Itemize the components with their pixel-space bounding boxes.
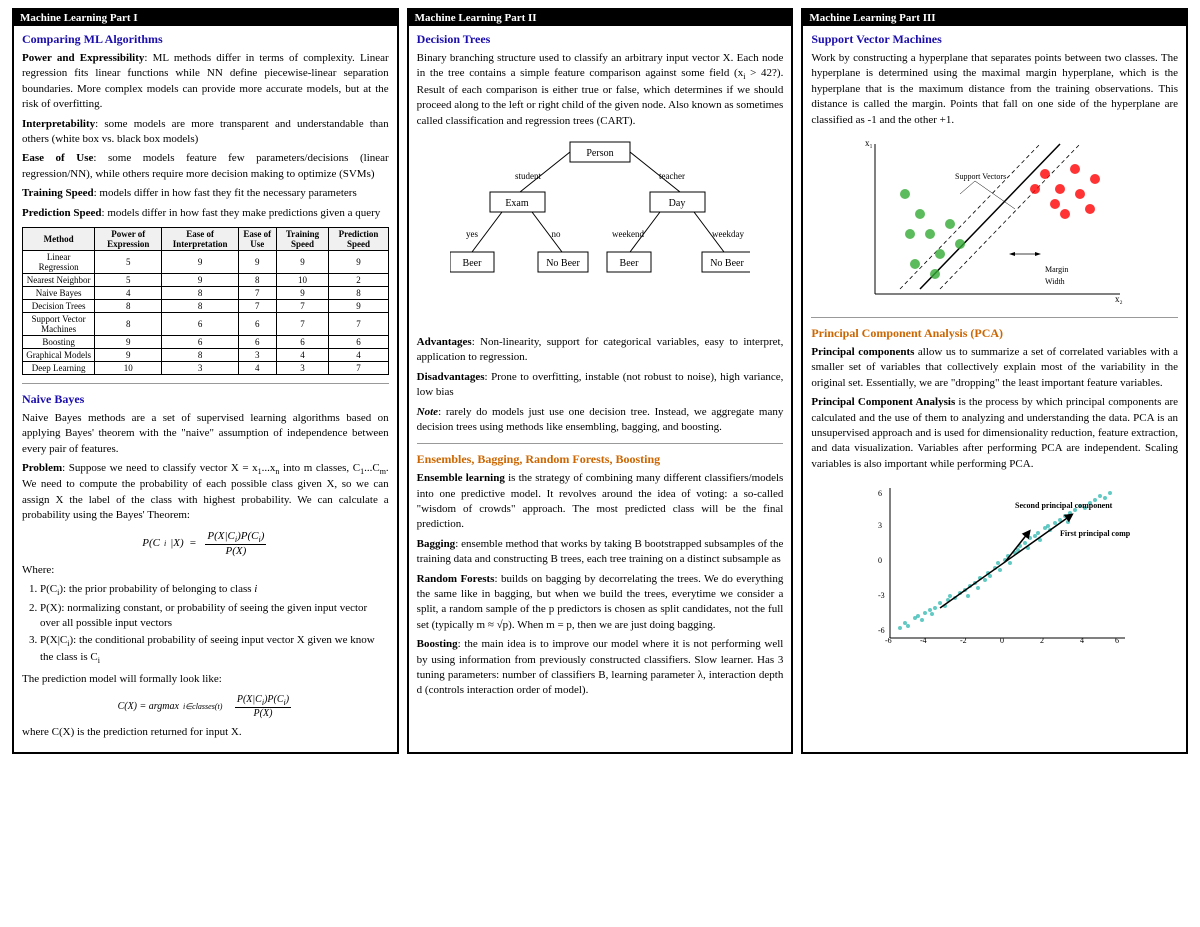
col2-header: Machine Learning Part II <box>409 10 792 26</box>
svg-text:-6: -6 <box>885 636 892 645</box>
svg-text:First principal component: First principal component <box>1060 529 1130 538</box>
svm-diagram: x₁ x₂ <box>811 134 1178 309</box>
col1-section2-title: Naive Bayes <box>22 392 389 407</box>
svg-text:x₁: x₁ <box>865 138 873 148</box>
table-row: Support Vector Machines86677 <box>23 312 389 335</box>
table-row: Graphical Models98344 <box>23 348 389 361</box>
svg-text:x₂: x₂ <box>1115 294 1123 304</box>
col1-interpretability: Interpretability: some models are more t… <box>22 117 389 148</box>
svg-text:4: 4 <box>1080 636 1084 645</box>
table-row: Nearest Neighbor598102 <box>23 273 389 286</box>
col-power: Power of Expression <box>95 227 162 250</box>
col3-section1-title: Support Vector Machines <box>811 32 1178 47</box>
rf-def: Random Forests: builds on bagging by dec… <box>417 572 784 634</box>
table-row: Boosting96666 <box>23 335 389 348</box>
list-item: P(X|Ci): the conditional probability of … <box>40 633 389 666</box>
col1-prediction-speed: Prediction Speed: models differ in how f… <box>22 206 389 221</box>
svg-text:Beer: Beer <box>463 258 483 269</box>
column-2: Machine Learning Part II Decision Trees … <box>407 8 794 754</box>
svg-text:weekday: weekday <box>712 229 744 239</box>
svg-text:Width: Width <box>1045 277 1065 286</box>
svg-text:0: 0 <box>1000 636 1004 645</box>
col1-training-speed: Training Speed: models differ in how fas… <box>22 186 389 201</box>
svm-svg: x₁ x₂ <box>860 134 1130 309</box>
table-row: Deep Learning103437 <box>23 361 389 374</box>
svg-text:-4: -4 <box>920 636 927 645</box>
col1-header: Machine Learning Part I <box>14 10 397 26</box>
table-row: Linear Regression59999 <box>23 250 389 273</box>
page-container: Machine Learning Part I Comparing ML Alg… <box>0 0 1200 762</box>
naive-bayes-model: The prediction model will formally look … <box>22 672 389 687</box>
list-item: P(X): normalizing constant, or probabili… <box>40 601 389 632</box>
col3-header: Machine Learning Part III <box>803 10 1186 26</box>
disadvantages: Disadvantages: Prone to overfitting, ins… <box>417 370 784 401</box>
svg-text:6: 6 <box>1115 636 1119 645</box>
col1-power: Power and Expressibility: ML methods dif… <box>22 51 389 113</box>
decision-tree-intro: Binary branching structure used to class… <box>417 51 784 129</box>
svg-text:student: student <box>515 171 541 181</box>
col-ease: Ease of Use <box>238 227 276 250</box>
tree-svg: Person student teacher Exam Day yes no <box>450 137 750 327</box>
svg-text:3: 3 <box>878 521 882 530</box>
table-row: Naive Bayes48798 <box>23 286 389 299</box>
naive-bayes-where: Where: <box>22 563 389 578</box>
svg-text:Person: Person <box>586 148 613 159</box>
column-3: Machine Learning Part III Support Vector… <box>801 8 1188 754</box>
svg-text:No Beer: No Beer <box>710 258 744 269</box>
svg-text:No Beer: No Beer <box>546 258 580 269</box>
svg-text:Second principal component: Second principal component <box>1015 501 1113 510</box>
ensemble-def: Ensemble learning is the strategy of com… <box>417 471 784 533</box>
naive-bayes-intro: Naive Bayes methods are a set of supervi… <box>22 411 389 457</box>
naive-bayes-problem: Problem: Suppose we need to classify vec… <box>22 461 389 524</box>
svg-text:0: 0 <box>878 556 882 565</box>
svg-text:Support Vectors: Support Vectors <box>955 172 1006 181</box>
svg-text:-6: -6 <box>878 626 885 635</box>
table-row: Decision Trees88779 <box>23 299 389 312</box>
col2-section2-title: Ensembles, Bagging, Random Forests, Boos… <box>417 452 784 467</box>
svg-text:2: 2 <box>1040 636 1044 645</box>
bagging-def: Bagging: ensemble method that works by t… <box>417 537 784 568</box>
decision-tree-diagram: Person student teacher Exam Day yes no <box>417 137 784 327</box>
col1-section1-title: Comparing ML Algorithms <box>22 32 389 47</box>
svg-text:Margin: Margin <box>1045 265 1068 274</box>
svg-text:Beer: Beer <box>620 258 640 269</box>
column-1: Machine Learning Part I Comparing ML Alg… <box>12 8 399 754</box>
svg-text:teacher: teacher <box>659 171 685 181</box>
svg-text:Day: Day <box>669 198 686 209</box>
svg-text:yes: yes <box>466 229 478 239</box>
col3-section2-title: Principal Component Analysis (PCA) <box>811 326 1178 341</box>
svm-intro: Work by constructing a hyperplane that s… <box>811 51 1178 128</box>
naive-bayes-conclusion: where C(X) is the prediction returned fo… <box>22 725 389 740</box>
col-predict: Prediction Speed <box>329 227 388 250</box>
advantages: Advantages: Non-linearity, support for c… <box>417 335 784 366</box>
pca-p1: Principal components allow us to summari… <box>811 345 1178 391</box>
naive-bayes-list: P(Ci): the prior probability of belongin… <box>22 582 389 666</box>
divider-1 <box>22 383 389 384</box>
svg-text:-2: -2 <box>960 636 967 645</box>
divider-3 <box>811 317 1178 318</box>
pca-svg: -6 -4 -2 0 2 4 6 -6 -3 0 3 6 <box>860 478 1130 653</box>
svg-text:Exam: Exam <box>505 198 529 209</box>
boosting-def: Boosting: the main idea is to improve ou… <box>417 637 784 699</box>
note: Note: rarely do models just use one deci… <box>417 405 784 436</box>
bayes-formula: P(Ci|X) = P(X|Ci)P(Ci) P(X) <box>22 530 389 557</box>
algorithms-table: Method Power of Expression Ease of Inter… <box>22 227 389 375</box>
list-item: P(Ci): the prior probability of belongin… <box>40 582 389 598</box>
col-method: Method <box>23 227 95 250</box>
col-train: Training Speed <box>276 227 329 250</box>
svg-text:6: 6 <box>878 489 882 498</box>
svg-text:weekend: weekend <box>612 229 644 239</box>
svg-text:-3: -3 <box>878 591 885 600</box>
pca-p2: Principal Component Analysis is the proc… <box>811 395 1178 472</box>
col-interpret: Ease of Interpretation <box>162 227 239 250</box>
pca-diagram: -6 -4 -2 0 2 4 6 -6 -3 0 3 6 <box>811 478 1178 653</box>
prediction-formula: C(X) = argmaxi∈classes(t) P(X|Ci)P(Ci) P… <box>22 694 389 719</box>
col1-ease-of-use: Ease of Use: some models feature few par… <box>22 151 389 182</box>
divider-2 <box>417 443 784 444</box>
svg-text:no: no <box>552 229 562 239</box>
col2-section1-title: Decision Trees <box>417 32 784 47</box>
